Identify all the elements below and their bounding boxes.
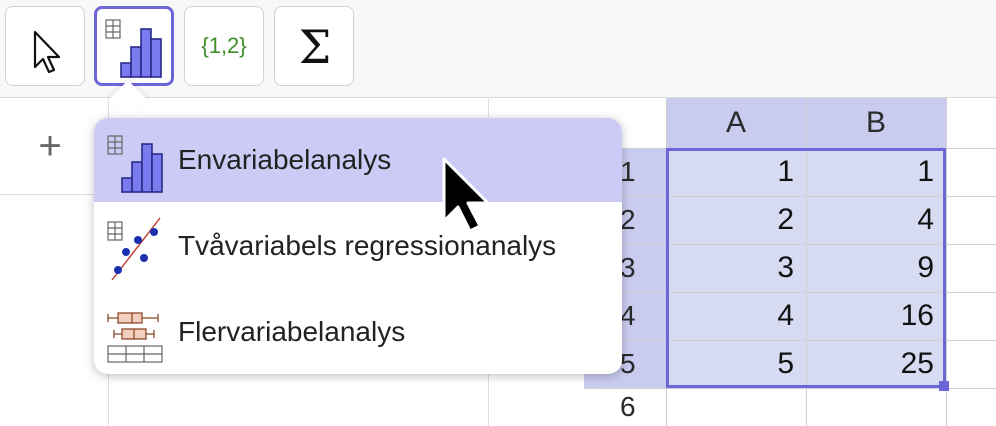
sigma-icon: Σ xyxy=(299,20,332,74)
column-header-b[interactable]: B xyxy=(806,98,946,148)
analysis-tools-menu: Envariabelanalys Tvåvariabels regression… xyxy=(94,118,622,374)
cell-a2[interactable]: 2 xyxy=(666,196,806,244)
fill-handle[interactable] xyxy=(939,381,949,391)
grid-line xyxy=(584,244,996,245)
grid-line xyxy=(584,292,996,293)
cell-b1[interactable]: 1 xyxy=(806,148,946,196)
boxplot-icon xyxy=(107,312,163,363)
menu-item-label: Tvåvariabels regressionanalys xyxy=(178,230,557,261)
scatter-regression-icon xyxy=(107,217,161,281)
menu-item-one-variable-analysis[interactable]: Envariabelanalys xyxy=(94,118,622,202)
cell-b6[interactable] xyxy=(806,388,946,426)
grid-line xyxy=(584,388,996,389)
histogram-icon xyxy=(107,135,163,193)
svg-text:Σ: Σ xyxy=(299,20,332,74)
cell-a4[interactable]: 4 xyxy=(666,292,806,340)
create-list-tool-button[interactable]: {1,2} xyxy=(184,6,264,86)
cell-a5[interactable]: 5 xyxy=(666,340,806,388)
sum-tool-button[interactable]: Σ xyxy=(274,6,354,86)
cell-b3[interactable]: 9 xyxy=(806,244,946,292)
spreadsheet: A B 1 2 3 4 5 6 1 1 2 4 3 9 4 16 5 25 xyxy=(584,98,996,426)
move-tool-button[interactable] xyxy=(5,6,85,86)
column-header-a[interactable]: A xyxy=(666,98,806,148)
grid-line xyxy=(584,340,996,341)
cell-a6[interactable] xyxy=(666,388,806,426)
grid-line xyxy=(584,148,996,149)
mouse-cursor-icon xyxy=(442,157,490,233)
cell-b2[interactable]: 4 xyxy=(806,196,946,244)
histogram-icon xyxy=(105,19,162,78)
grid-line xyxy=(584,196,996,197)
cell-b5[interactable]: 25 xyxy=(806,340,946,388)
cell-b4[interactable]: 16 xyxy=(806,292,946,340)
pointer-arrow-icon xyxy=(33,30,61,74)
menu-item-two-variable-regression[interactable]: Tvåvariabels regressionanalys xyxy=(94,204,622,288)
cell-a3[interactable]: 3 xyxy=(666,244,806,292)
menu-item-multi-variable-analysis[interactable]: Flervariabelanalys xyxy=(94,290,622,374)
one-variable-analysis-tool-button[interactable] xyxy=(94,6,174,86)
menu-item-label: Flervariabelanalys xyxy=(178,316,406,347)
list-braces-icon: {1,2} xyxy=(201,33,247,58)
column-header-c[interactable] xyxy=(946,98,996,148)
add-item-button[interactable]: + xyxy=(30,126,70,166)
menu-item-label: Envariabelanalys xyxy=(178,144,392,175)
row-header-6[interactable]: 6 xyxy=(584,388,666,426)
cell-a1[interactable]: 1 xyxy=(666,148,806,196)
toolbar: {1,2} Σ xyxy=(0,0,996,98)
